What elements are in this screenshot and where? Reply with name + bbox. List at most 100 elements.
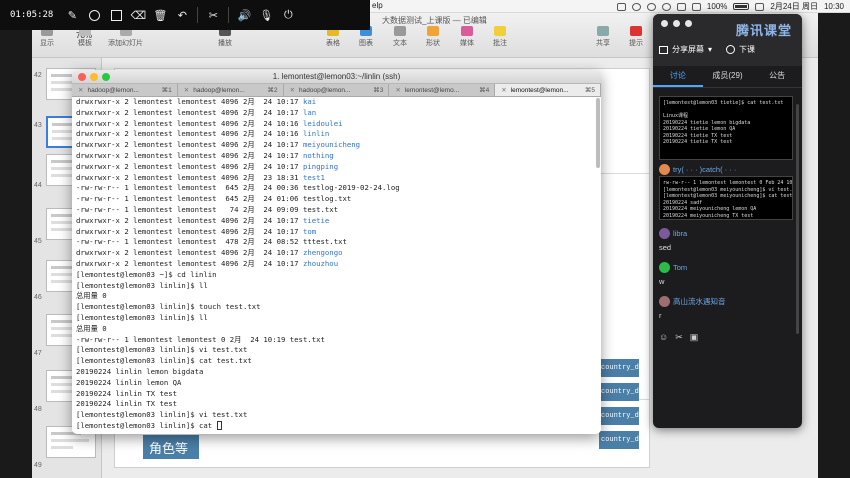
avatar[interactable] — [659, 228, 670, 239]
panel-header: 腾讯课堂 分享屏幕 ▾ 下课 — [653, 14, 802, 66]
undo-icon[interactable]: ↶ — [171, 0, 193, 30]
circle-tool-icon[interactable] — [83, 0, 105, 30]
directory-name: zhengongo — [302, 248, 343, 258]
minimize-button[interactable] — [90, 73, 98, 81]
close-icon: ✕ — [501, 87, 507, 94]
wechat-icon[interactable] — [631, 2, 641, 11]
terminal-tabs: ✕ hadoop@lemon... ⌘1 ✕ hadoop@lemon... ⌘2 ✕ h… — [72, 84, 601, 97]
terminal-tab-1[interactable]: ✕ hadoop@lemon... ⌘1 — [72, 84, 178, 96]
directory-name: tom — [302, 226, 317, 236]
terminal-tab-2[interactable]: ✕ hadoop@lemon... ⌘2 — [178, 84, 284, 96]
rect-tool-icon[interactable] — [105, 0, 127, 30]
terminal-line: 20190224 linlin lemon bigdata — [76, 366, 204, 376]
directory-name: kai — [302, 97, 317, 106]
tab-announcement[interactable]: 公告 — [752, 66, 802, 87]
help-menu[interactable]: elp — [372, 1, 383, 10]
share-screen-button[interactable]: 分享屏幕 ▾ — [659, 44, 712, 55]
emoji-icon[interactable]: ☺ — [659, 332, 668, 343]
directory-name: tietie — [302, 215, 330, 225]
chat-scrollbar[interactable] — [796, 104, 799, 334]
chat-message: 高山流水遇知音 r — [659, 296, 726, 320]
terminal-line: [lemontest@lemon03 linlin]$ vi test.txt — [76, 345, 248, 355]
slide-badge[interactable]: country_da — [599, 383, 639, 401]
image-icon[interactable]: ▣ — [690, 332, 699, 343]
pen-icon[interactable]: ✎ — [61, 0, 83, 30]
scissors-icon[interactable]: ✂ — [675, 332, 683, 343]
tencent-icon[interactable] — [755, 2, 765, 11]
terminal-tab-3[interactable]: ✕ hadoop@lemon... ⌘3 — [284, 84, 390, 96]
terminal-line: drwxrwxr-x 2 lemontest lemontest 4096 2月… — [76, 97, 317, 106]
terminal-line: 总用量 0 — [76, 323, 107, 333]
end-class-button[interactable]: 下课 — [726, 44, 755, 55]
avatar[interactable] — [659, 296, 670, 307]
recording-time: 01:05:28 — [10, 10, 54, 20]
terminal-line: drwxrwxr-x 2 lemontest lemontest 4096 2月… — [76, 150, 334, 160]
chat-image[interactable]: rw-rw-r-- 1 lemontest lemontest 0 Feb 24… — [659, 176, 793, 220]
terminal-line: -rw-rw-r-- 1 lemontest lemontest 645 2月 … — [76, 183, 400, 193]
screen-share-icon — [659, 45, 668, 54]
terminal-line: -rw-rw-r-- 1 lemontest lemontest 0 2月 24… — [76, 334, 325, 344]
chat-message: try( · · · )catch( · · · — [659, 164, 736, 175]
panel-zoom-button[interactable] — [685, 20, 692, 27]
terminal-line: drwxrwxr-x 2 lemontest lemontest 4096 2月… — [76, 215, 330, 225]
toolbar-shape[interactable]: 形状 — [426, 26, 440, 48]
panel-close-button[interactable] — [661, 20, 668, 27]
volume-icon[interactable]: 🔊 — [233, 0, 255, 30]
sound-icon[interactable] — [676, 2, 686, 11]
close-icon: ✕ — [183, 87, 190, 94]
close-button[interactable] — [78, 73, 86, 81]
avatar[interactable] — [659, 262, 670, 273]
slide-badge[interactable]: country_da — [599, 431, 639, 449]
terminal-titlebar[interactable]: 1. lemontest@lemon03:~/linlin (ssh) — [72, 70, 601, 84]
battery-icon[interactable] — [733, 3, 750, 10]
terminal-line: -rw-rw-r-- 1 lemontest lemontest 645 2月 … — [76, 194, 352, 204]
tab-members[interactable]: 成员(29) — [703, 66, 753, 87]
tools-icon[interactable]: ✂ — [202, 0, 224, 30]
terminal-output[interactable]: drwxrwxr-x 2 lemontest lemontest 4096 2月… — [72, 97, 601, 432]
close-icon: ✕ — [289, 87, 296, 94]
chat-input-tools: ☺ ✂ ▣ — [659, 332, 698, 343]
directory-name: test1 — [302, 172, 325, 182]
terminal-tab-5[interactable]: ✕ lemontest@lemon... ⌘5 — [495, 84, 601, 96]
terminal-scrollbar[interactable] — [596, 98, 600, 168]
wifi-icon[interactable] — [691, 2, 701, 11]
directory-name: meiyounicheng — [302, 140, 361, 150]
slide-badge[interactable]: country_da — [599, 407, 639, 425]
toolbar-media[interactable]: 媒体 — [460, 26, 474, 48]
slide-role-label[interactable]: 角色等 — [143, 435, 199, 459]
eraser-icon[interactable]: ⌫ — [127, 0, 149, 30]
avatar[interactable] — [659, 164, 670, 175]
terminal-line: drwxrwxr-x 2 lemontest lemontest 4096 2月… — [76, 129, 330, 139]
terminal-cursor — [216, 421, 222, 431]
terminal-line: [lemontest@lemon03 linlin]$ vi test.txt — [76, 410, 248, 420]
directory-name: zhouzhou — [302, 258, 339, 268]
toolbar-text[interactable]: 文本 — [393, 26, 407, 48]
power-icon[interactable]: ⏻ — [277, 0, 299, 30]
terminal-window[interactable]: 1. lemontest@lemon03:~/linlin (ssh) ✕ had… — [72, 70, 601, 434]
toolbar-share[interactable]: 共享 — [596, 26, 610, 48]
app-icon[interactable] — [616, 2, 626, 11]
recording-toolbar: 01:05:28 ✎ ⌫ 🗑 ↶ ✂ 🔊 🎙 ⏻ — [0, 0, 370, 30]
terminal-tab-4[interactable]: ✕ lemontest@lemo... ⌘4 — [389, 84, 496, 96]
chat-image[interactable]: [lemontest@lemon03 tietie]$ cat test.txt… — [659, 96, 793, 160]
menubar-time: 10:30 — [823, 2, 844, 11]
menubar-date: 2月24日 周日 — [770, 2, 818, 11]
close-icon: ✕ — [395, 87, 401, 94]
record-icon[interactable] — [661, 2, 671, 11]
toolbar-tips[interactable]: 提示 — [629, 26, 643, 48]
directory-name: leidoulei — [302, 118, 343, 128]
trash-icon[interactable]: 🗑 — [149, 0, 171, 30]
microphone-icon[interactable]: 🎙 — [255, 0, 277, 30]
zoom-button[interactable] — [102, 73, 110, 81]
slide-badge[interactable]: country_da — [599, 359, 639, 377]
terminal-line: drwxrwxr-x 2 lemontest lemontest 4096 2月… — [76, 172, 325, 182]
terminal-line: [lemontest@lemon03 linlin]$ cat test.txt — [76, 356, 252, 366]
terminal-line: -rw-rw-r-- 1 lemontest lemontest 74 2月 2… — [76, 204, 339, 214]
terminal-line: 20190224 linlin lemon QA — [76, 377, 182, 387]
tab-discussion[interactable]: 讨论 — [653, 66, 703, 87]
qq-icon[interactable] — [646, 2, 656, 11]
terminal-line: 总用量 0 — [76, 291, 107, 301]
toolbar-comment[interactable]: 批注 — [493, 26, 507, 48]
panel-minimize-button[interactable] — [673, 20, 680, 27]
terminal-line: [lemontest@lemon03 ~]$ cd linlin — [76, 269, 217, 279]
